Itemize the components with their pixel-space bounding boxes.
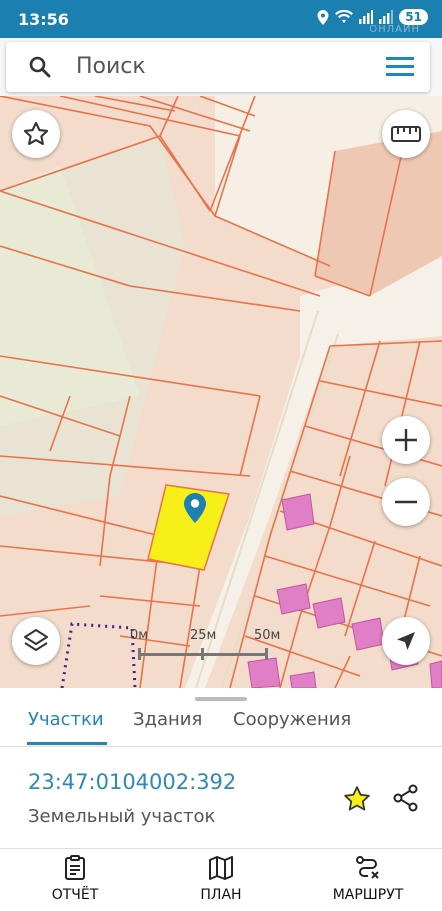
ruler-icon — [391, 126, 421, 142]
navigation-arrow-icon — [397, 632, 415, 650]
status-time: 13:56 — [18, 10, 69, 29]
info-sheet: Участки Здания Сооружения 23:47:0104002:… — [0, 688, 442, 848]
tab-structures[interactable]: Сооружения — [233, 709, 351, 730]
nav-plan-label: ПЛАН — [200, 887, 242, 903]
zoom-out-button[interactable] — [382, 478, 430, 526]
search-icon[interactable] — [28, 55, 52, 79]
divider — [0, 746, 442, 747]
cadastral-number[interactable]: 23:47:0104002:392 — [28, 770, 236, 794]
star-outline-icon — [23, 121, 49, 145]
nav-report-label: ОТЧЁТ — [51, 887, 99, 903]
watermark: ОНЛАЙН — [369, 24, 420, 35]
nav-report[interactable]: ОТЧЁТ — [20, 855, 130, 903]
my-location-button[interactable] — [382, 617, 430, 665]
status-icons: 51 — [317, 9, 428, 25]
scale-tick — [265, 648, 268, 660]
scale-label-0: 0м — [130, 628, 149, 643]
layers-button[interactable] — [12, 617, 60, 665]
map-scale: 0м 25м 50м — [130, 628, 280, 668]
plus-icon — [395, 429, 417, 451]
nav-route-label: МАРШРУТ — [332, 887, 404, 903]
layers-icon — [24, 629, 48, 651]
object-type-tabs: Участки Здания Сооружения — [0, 706, 442, 746]
scale-tick — [201, 648, 204, 660]
object-type-label: Земельный участок — [28, 806, 216, 827]
hamburger-menu-icon[interactable] — [386, 55, 414, 77]
signal-icon — [359, 10, 374, 24]
scale-label-25: 25м — [190, 628, 217, 643]
nav-plan[interactable]: ПЛАН — [166, 855, 276, 903]
location-icon — [317, 9, 329, 25]
share-icon[interactable] — [392, 784, 420, 812]
signal2-icon — [379, 10, 394, 24]
favorites-button[interactable] — [12, 110, 60, 158]
tab-parcels[interactable]: Участки — [28, 709, 104, 730]
cadastral-map[interactable] — [0, 96, 442, 688]
location-marker-icon[interactable] — [184, 493, 206, 523]
nav-route[interactable]: МАРШРУТ — [313, 855, 423, 903]
battery-indicator: 51 — [399, 9, 428, 25]
search-bar[interactable]: Поиск — [6, 42, 430, 92]
ruler-button[interactable] — [382, 110, 430, 158]
status-bar: 13:56 51 ОНЛАЙН — [0, 0, 442, 38]
scale-label-50: 50м — [254, 628, 281, 643]
map-canvas[interactable] — [0, 96, 442, 688]
minus-icon — [395, 500, 417, 504]
report-icon — [65, 855, 85, 880]
active-tab-indicator — [27, 742, 107, 745]
zoom-in-button[interactable] — [382, 416, 430, 464]
wifi-icon — [335, 10, 354, 23]
tab-buildings[interactable]: Здания — [133, 709, 202, 730]
route-icon — [356, 856, 379, 879]
bottom-navigation: ОТЧЁТ ПЛАН МАРШРУТ — [0, 848, 442, 911]
sheet-drag-handle[interactable] — [195, 697, 247, 701]
map-plan-icon — [209, 856, 233, 880]
scale-tick — [138, 648, 141, 660]
favorite-star-icon[interactable] — [342, 784, 372, 814]
search-input[interactable]: Поиск — [76, 54, 146, 79]
